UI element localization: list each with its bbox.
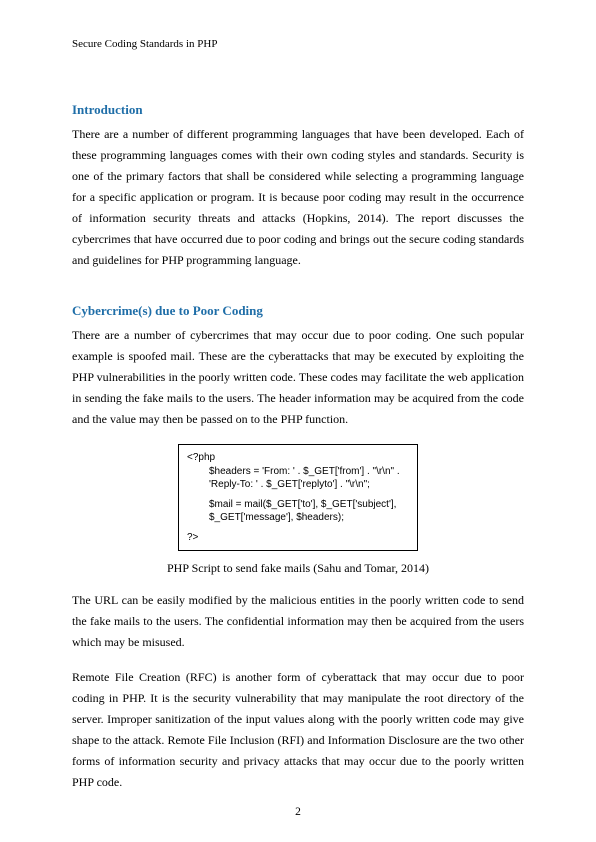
intro-paragraph: There are a number of different programm…: [72, 124, 524, 271]
heading-introduction: Introduction: [72, 102, 524, 118]
heading-cybercrime: Cybercrime(s) due to Poor Coding: [72, 303, 524, 319]
running-header: Secure Coding Standards in PHP: [72, 38, 524, 50]
code-line: $headers = 'From: ' . $_GET['from'] . "\…: [187, 465, 409, 479]
code-line: $mail = mail($_GET['to'], $_GET['subject…: [187, 498, 409, 512]
code-line: 'Reply-To: ' . $_GET['replyto'] . "\r\n"…: [187, 478, 409, 492]
section-gap: [72, 285, 524, 303]
php-code-figure: <?php $headers = 'From: ' . $_GET['from'…: [178, 444, 418, 551]
cyber-paragraph-1: There are a number of cybercrimes that m…: [72, 325, 524, 430]
figure-caption: PHP Script to send fake mails (Sahu and …: [72, 561, 524, 576]
header-title: Secure Coding Standards in PHP: [72, 38, 217, 50]
cyber-paragraph-3: Remote File Creation (RFC) is another fo…: [72, 667, 524, 793]
code-line: ?>: [187, 531, 409, 545]
code-line: $_GET['message'], $headers);: [187, 511, 409, 525]
cyber-paragraph-2: The URL can be easily modified by the ma…: [72, 590, 524, 653]
page-number: 2: [0, 806, 596, 818]
code-line: <?php: [187, 451, 409, 465]
